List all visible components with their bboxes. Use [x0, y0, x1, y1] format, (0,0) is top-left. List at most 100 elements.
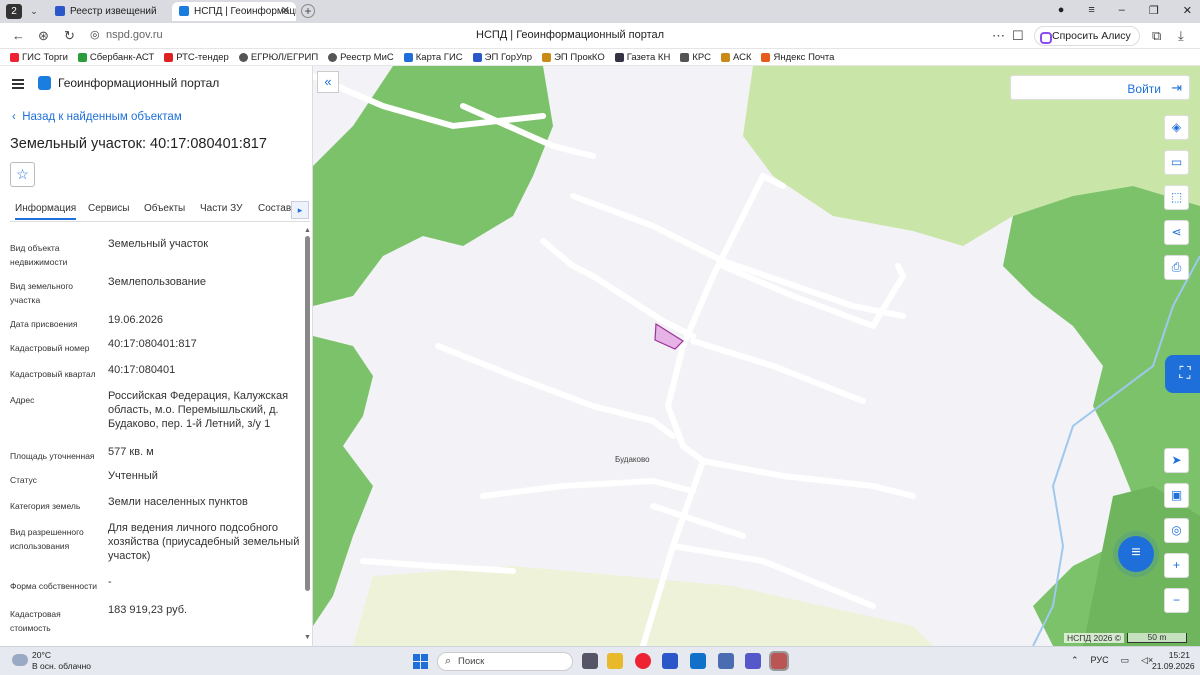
map-scale: 50 m: [1127, 633, 1187, 643]
tab-title: Реестр извещений: [70, 6, 157, 17]
tab-count-badge[interactable]: 2: [6, 4, 22, 19]
active-app-icon[interactable]: [769, 651, 789, 671]
tray-chevron-up-icon[interactable]: ⌃: [1071, 655, 1079, 666]
hamburger-menu-icon[interactable]: [12, 79, 24, 89]
property-key: Кадастровый номер: [10, 343, 90, 353]
property-key: Площадь уточненная: [10, 451, 95, 461]
reload-icon[interactable]: ↻: [64, 28, 75, 44]
forest-area: [313, 336, 373, 626]
map-canvas[interactable]: [313, 66, 1200, 646]
bookmark-label: АСК: [732, 51, 752, 63]
clock-date: 21.09.2026: [1152, 661, 1195, 671]
more-icon[interactable]: ⋯: [992, 28, 1005, 44]
print-icon: ⎙: [1171, 260, 1182, 274]
download-icon[interactable]: ⤓: [1178, 28, 1184, 44]
property-key: Дата присвоения: [10, 319, 78, 329]
scroll-up-arrow-icon[interactable]: ▲: [304, 227, 311, 234]
bookmark-item[interactable]: Сбербанк-АСТ: [77, 52, 154, 63]
layers-button[interactable]: ◈: [1164, 115, 1189, 140]
bookmark-label: ЕГРЮЛ/ЕГРИП: [250, 51, 319, 63]
lock-icon[interactable]: ◎: [90, 28, 100, 41]
calculator-icon[interactable]: [718, 653, 734, 669]
display-icon[interactable]: ▭: [1121, 655, 1130, 666]
window-controls: ● ≡ – ❐ ✕: [1058, 4, 1192, 17]
yandex-browser-icon[interactable]: [635, 653, 651, 669]
file-explorer-icon[interactable]: [607, 653, 623, 669]
chat-button[interactable]: ≡: [1118, 536, 1154, 572]
scroll-down-arrow-icon[interactable]: ▼: [304, 634, 311, 641]
bookmark-item[interactable]: ЕГРЮЛ/ЕГРИП: [238, 51, 319, 63]
bookmark-item[interactable]: ГИС Торги: [10, 52, 68, 63]
outlook-icon[interactable]: [690, 653, 706, 669]
clock-time: 15:21: [1168, 650, 1190, 660]
taskbar-search[interactable]: Поиск: [437, 652, 573, 671]
language-indicator[interactable]: РУС: [1091, 655, 1109, 666]
back-link-label: Назад к найденным объектам: [22, 111, 182, 123]
extensions-icon[interactable]: ⧉: [1152, 28, 1161, 44]
bookmark-item[interactable]: Карта ГИС: [403, 52, 463, 63]
bookmark-item[interactable]: КРС: [680, 52, 711, 63]
weather-cloud-icon[interactable]: [12, 654, 28, 666]
bookmark-item[interactable]: ЭП ПрокКО: [542, 52, 605, 63]
tab-services[interactable]: Сервисы: [88, 203, 129, 214]
sidebar-scrollbar[interactable]: [305, 236, 310, 591]
minus-icon: −: [1172, 593, 1180, 607]
temperature: 20°C: [32, 650, 51, 660]
bookmark-icon[interactable]: ☐: [1012, 28, 1024, 44]
login-button[interactable]: Войти ⇥: [1010, 75, 1190, 100]
tab-composition[interactable]: Состав: [258, 203, 291, 214]
close-tab-icon[interactable]: ✕: [281, 2, 290, 21]
bookmark-item[interactable]: Газета КН: [614, 52, 670, 63]
browser-tab-registry[interactable]: Реестр извещений: [48, 2, 168, 21]
windows-start-icon[interactable]: [413, 654, 428, 669]
collapse-sidebar-button[interactable]: «: [317, 71, 339, 93]
weather-widget[interactable]: 20°C В осн. облачно: [32, 650, 91, 672]
bookmark-item[interactable]: АСК: [720, 51, 752, 63]
task-view-icon[interactable]: [582, 653, 598, 669]
zoom-in-button[interactable]: +: [1164, 553, 1189, 578]
ruler-button[interactable]: ▭: [1164, 150, 1189, 175]
tabs-scroll-right-button[interactable]: ▸: [291, 201, 309, 219]
restore-icon[interactable]: ❐: [1149, 4, 1159, 17]
info-sidebar: Геоинформационный портал ‹ Назад к найде…: [0, 66, 313, 646]
zoom-out-button[interactable]: −: [1164, 588, 1189, 613]
property-key: Вид разрешенного использования: [10, 527, 84, 551]
word-icon[interactable]: [662, 653, 678, 669]
shield-icon[interactable]: ⊛: [38, 28, 49, 44]
ask-alice-button[interactable]: Спросить Алису AI: [1034, 26, 1140, 60]
tab-objects[interactable]: Объекты: [144, 203, 185, 214]
bookmark-label: ЭП ГорУпр: [484, 51, 533, 63]
tab-information[interactable]: Информация: [15, 203, 77, 220]
portal-header: Геоинформационный портал: [0, 66, 312, 100]
back-to-results-link[interactable]: ‹ Назад к найденным объектам: [12, 111, 182, 123]
profile-icon[interactable]: ●: [1058, 4, 1065, 17]
minimap-button[interactable]: ▣: [1164, 483, 1189, 508]
minimize-icon[interactable]: –: [1119, 4, 1125, 17]
back-arrow-icon[interactable]: ←: [12, 28, 25, 43]
print-button[interactable]: ⎙: [1164, 255, 1189, 280]
property-value: Земельный участок: [108, 238, 209, 250]
bookmark-item[interactable]: Яндекс Почта: [761, 52, 834, 63]
bookmark-item[interactable]: РТС-тендер: [164, 52, 229, 63]
select-area-button[interactable]: ⬚: [1164, 185, 1189, 210]
menu-icon[interactable]: ≡: [1088, 4, 1094, 17]
bookmark-label: ЭП ПрокКО: [554, 51, 605, 63]
chevron-down-icon[interactable]: ⌄: [27, 4, 41, 19]
map-view[interactable]: « Войти ⇥ ◈ ▭ ⬚ ⋖ ⎙ ⛶ ➤ ▣ ◎ ≡ + − Будако…: [313, 66, 1200, 646]
share-button[interactable]: ⋖: [1164, 220, 1189, 245]
system-clock[interactable]: 15:21 21.09.2026: [1152, 650, 1195, 672]
tab-parts[interactable]: Части ЗУ: [200, 203, 242, 214]
bookmark-item[interactable]: ЭП ГорУпр: [472, 51, 533, 63]
side-panel-widget[interactable]: ⛶: [1165, 355, 1200, 393]
close-window-icon[interactable]: ✕: [1183, 4, 1192, 17]
bookmark-item[interactable]: Реестр МиС: [328, 52, 394, 63]
browser-tab-nspd[interactable]: НСПД | Геоинформаци ✕: [172, 2, 296, 21]
property-key: Статус: [10, 475, 37, 485]
teams-icon[interactable]: [745, 653, 761, 669]
search-location-button[interactable]: ◎: [1164, 518, 1189, 543]
geolocation-button[interactable]: ➤: [1164, 448, 1189, 473]
share-icon: ⋖: [1171, 225, 1182, 239]
new-tab-button[interactable]: +: [301, 4, 315, 18]
favorite-star-button[interactable]: ☆: [10, 162, 35, 187]
url-field[interactable]: nspd.gov.ru: [106, 29, 163, 41]
